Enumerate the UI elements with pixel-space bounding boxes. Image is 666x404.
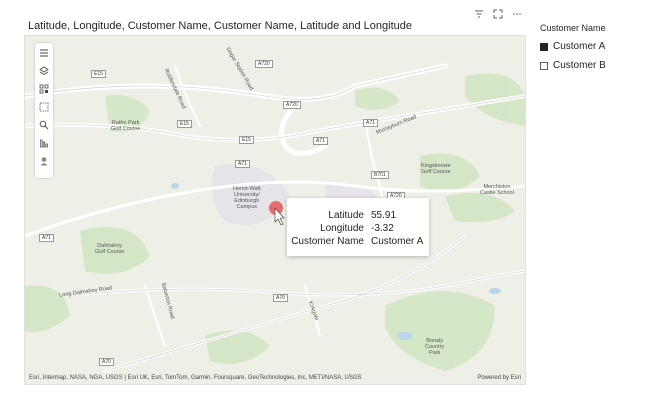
powered-by-esri[interactable]: Powered by Esri	[477, 375, 521, 381]
road-shield: A720	[255, 60, 273, 68]
filter-icon[interactable]	[474, 6, 484, 18]
map-label-kingsknowe: Kingsknowe Golf Course	[421, 163, 451, 175]
map-label-dalmahoy: Dalmahoy Golf Course	[95, 243, 125, 255]
road-shield: A70	[273, 294, 288, 302]
map-basemap	[25, 36, 525, 384]
road-shield: A71	[363, 119, 378, 127]
map-canvas[interactable]: Ratho Park Golf Course Heriot-Watt Unive…	[24, 35, 526, 385]
legend-title: Customer Name	[540, 23, 606, 33]
tooltip-row-latitude: Latitude 55.91	[328, 210, 397, 221]
tooltip-row-customer-name: Customer Name Customer A	[291, 236, 424, 247]
legend-checkbox-checked-icon[interactable]	[540, 42, 548, 51]
legend-item-customer-b[interactable]: Customer B	[540, 60, 606, 71]
rectangle-select-icon[interactable]	[37, 100, 51, 114]
map-label-bonaly: Bonaly Country Park	[425, 338, 445, 356]
map-tooltip: Latitude 55.91 Longitude -3.32 Customer …	[287, 198, 429, 256]
legend-item-customer-a[interactable]: Customer A	[540, 41, 606, 52]
layers-icon[interactable]	[37, 64, 51, 78]
map-label-ratho: Ratho Park Golf Course	[111, 120, 141, 132]
road-shield: A71	[313, 137, 328, 145]
map-attribution: Esri, Intermap, NASA, NGA, USGS | Esri U…	[29, 375, 362, 381]
road-shield: A70	[99, 358, 114, 366]
map-label-merchiston: Merchiston Castle School	[480, 184, 514, 196]
map-toolbar	[35, 43, 53, 178]
road-shield: E15	[239, 136, 254, 144]
more-options-icon[interactable]	[512, 6, 522, 16]
legend-checkbox-empty-icon[interactable]	[540, 61, 548, 70]
road-shield: B701	[371, 171, 389, 179]
person-icon[interactable]	[37, 154, 51, 168]
road-shield: E15	[91, 70, 106, 78]
road-shield: A71	[235, 160, 250, 168]
search-icon[interactable]	[37, 118, 51, 132]
focus-mode-icon[interactable]	[493, 6, 503, 19]
layers-list-icon[interactable]	[37, 46, 51, 60]
map-label-heriot-watt: Heriot-Watt University/ Edinburgh Campus	[233, 186, 261, 210]
bar-chart-icon[interactable]	[37, 136, 51, 150]
qr-select-icon[interactable]	[37, 82, 51, 96]
legend: Customer Name Customer A Customer B	[540, 23, 606, 71]
road-shield: A71	[39, 234, 54, 242]
visual-title: Latitude, Longitude, Customer Name, Cust…	[28, 20, 413, 32]
road-shield: A720	[283, 101, 301, 109]
tooltip-row-longitude: Longitude -3.32	[320, 223, 394, 234]
visual-header-icons	[474, 6, 522, 19]
road-shield: E15	[177, 120, 192, 128]
